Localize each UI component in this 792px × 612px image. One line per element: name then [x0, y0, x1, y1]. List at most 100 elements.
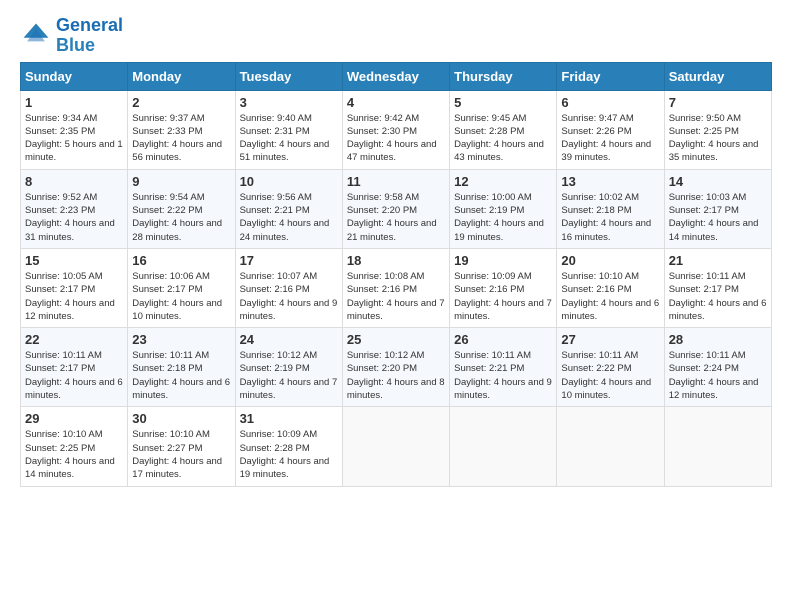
day-info: Sunrise: 9:56 AM Sunset: 2:21 PM Dayligh…: [240, 191, 338, 244]
calendar-cell: 15 Sunrise: 10:05 AM Sunset: 2:17 PM Day…: [21, 248, 128, 327]
day-number: 20: [561, 253, 659, 268]
day-number: 16: [132, 253, 230, 268]
day-number: 13: [561, 174, 659, 189]
calendar-cell: 27 Sunrise: 10:11 AM Sunset: 2:22 PM Day…: [557, 328, 664, 407]
day-number: 5: [454, 95, 552, 110]
day-info: Sunrise: 10:07 AM Sunset: 2:16 PM Daylig…: [240, 270, 338, 323]
calendar-week-1: 1 Sunrise: 9:34 AM Sunset: 2:35 PM Dayli…: [21, 90, 772, 169]
day-info: Sunrise: 10:11 AM Sunset: 2:24 PM Daylig…: [669, 349, 767, 402]
day-info: Sunrise: 10:08 AM Sunset: 2:16 PM Daylig…: [347, 270, 445, 323]
day-number: 2: [132, 95, 230, 110]
day-info: Sunrise: 10:05 AM Sunset: 2:17 PM Daylig…: [25, 270, 123, 323]
day-number: 4: [347, 95, 445, 110]
day-number: 27: [561, 332, 659, 347]
logo-text: General Blue: [56, 16, 123, 56]
calendar-cell: 4 Sunrise: 9:42 AM Sunset: 2:30 PM Dayli…: [342, 90, 449, 169]
calendar-cell: 28 Sunrise: 10:11 AM Sunset: 2:24 PM Day…: [664, 328, 771, 407]
calendar-cell: 25 Sunrise: 10:12 AM Sunset: 2:20 PM Day…: [342, 328, 449, 407]
day-number: 10: [240, 174, 338, 189]
day-number: 14: [669, 174, 767, 189]
calendar-cell: 31 Sunrise: 10:09 AM Sunset: 2:28 PM Day…: [235, 407, 342, 486]
logo: General Blue: [20, 16, 123, 56]
day-number: 26: [454, 332, 552, 347]
calendar-cell: 5 Sunrise: 9:45 AM Sunset: 2:28 PM Dayli…: [450, 90, 557, 169]
calendar-cell: 23 Sunrise: 10:11 AM Sunset: 2:18 PM Day…: [128, 328, 235, 407]
day-info: Sunrise: 9:54 AM Sunset: 2:22 PM Dayligh…: [132, 191, 230, 244]
day-info: Sunrise: 9:40 AM Sunset: 2:31 PM Dayligh…: [240, 112, 338, 165]
day-number: 17: [240, 253, 338, 268]
calendar-cell: 12 Sunrise: 10:00 AM Sunset: 2:19 PM Day…: [450, 169, 557, 248]
calendar-cell: [664, 407, 771, 486]
day-number: 11: [347, 174, 445, 189]
day-info: Sunrise: 10:11 AM Sunset: 2:21 PM Daylig…: [454, 349, 552, 402]
day-info: Sunrise: 10:06 AM Sunset: 2:17 PM Daylig…: [132, 270, 230, 323]
day-number: 19: [454, 253, 552, 268]
calendar-cell: 11 Sunrise: 9:58 AM Sunset: 2:20 PM Dayl…: [342, 169, 449, 248]
calendar-cell: 18 Sunrise: 10:08 AM Sunset: 2:16 PM Day…: [342, 248, 449, 327]
weekday-header-thursday: Thursday: [450, 62, 557, 90]
day-info: Sunrise: 10:10 AM Sunset: 2:25 PM Daylig…: [25, 428, 123, 481]
day-info: Sunrise: 10:09 AM Sunset: 2:28 PM Daylig…: [240, 428, 338, 481]
day-number: 3: [240, 95, 338, 110]
day-number: 8: [25, 174, 123, 189]
day-number: 28: [669, 332, 767, 347]
day-info: Sunrise: 10:03 AM Sunset: 2:17 PM Daylig…: [669, 191, 767, 244]
calendar-cell: 29 Sunrise: 10:10 AM Sunset: 2:25 PM Day…: [21, 407, 128, 486]
calendar-cell: 16 Sunrise: 10:06 AM Sunset: 2:17 PM Day…: [128, 248, 235, 327]
weekday-header-tuesday: Tuesday: [235, 62, 342, 90]
calendar-cell: 13 Sunrise: 10:02 AM Sunset: 2:18 PM Day…: [557, 169, 664, 248]
day-info: Sunrise: 9:52 AM Sunset: 2:23 PM Dayligh…: [25, 191, 123, 244]
day-info: Sunrise: 9:34 AM Sunset: 2:35 PM Dayligh…: [25, 112, 123, 165]
day-number: 9: [132, 174, 230, 189]
calendar-week-2: 8 Sunrise: 9:52 AM Sunset: 2:23 PM Dayli…: [21, 169, 772, 248]
weekday-header-friday: Friday: [557, 62, 664, 90]
day-number: 22: [25, 332, 123, 347]
day-info: Sunrise: 10:12 AM Sunset: 2:19 PM Daylig…: [240, 349, 338, 402]
day-info: Sunrise: 9:37 AM Sunset: 2:33 PM Dayligh…: [132, 112, 230, 165]
calendar-cell: 2 Sunrise: 9:37 AM Sunset: 2:33 PM Dayli…: [128, 90, 235, 169]
day-number: 30: [132, 411, 230, 426]
day-info: Sunrise: 10:12 AM Sunset: 2:20 PM Daylig…: [347, 349, 445, 402]
day-number: 21: [669, 253, 767, 268]
calendar-cell: 21 Sunrise: 10:11 AM Sunset: 2:17 PM Day…: [664, 248, 771, 327]
day-info: Sunrise: 10:11 AM Sunset: 2:17 PM Daylig…: [669, 270, 767, 323]
day-info: Sunrise: 9:50 AM Sunset: 2:25 PM Dayligh…: [669, 112, 767, 165]
calendar-week-3: 15 Sunrise: 10:05 AM Sunset: 2:17 PM Day…: [21, 248, 772, 327]
calendar-cell: 19 Sunrise: 10:09 AM Sunset: 2:16 PM Day…: [450, 248, 557, 327]
day-info: Sunrise: 10:02 AM Sunset: 2:18 PM Daylig…: [561, 191, 659, 244]
calendar-cell: 10 Sunrise: 9:56 AM Sunset: 2:21 PM Dayl…: [235, 169, 342, 248]
calendar-cell: [342, 407, 449, 486]
calendar-cell: 20 Sunrise: 10:10 AM Sunset: 2:16 PM Day…: [557, 248, 664, 327]
day-number: 1: [25, 95, 123, 110]
day-number: 29: [25, 411, 123, 426]
day-info: Sunrise: 10:10 AM Sunset: 2:27 PM Daylig…: [132, 428, 230, 481]
calendar-cell: [450, 407, 557, 486]
calendar-week-5: 29 Sunrise: 10:10 AM Sunset: 2:25 PM Day…: [21, 407, 772, 486]
calendar-cell: 22 Sunrise: 10:11 AM Sunset: 2:17 PM Day…: [21, 328, 128, 407]
weekday-header-monday: Monday: [128, 62, 235, 90]
day-info: Sunrise: 10:09 AM Sunset: 2:16 PM Daylig…: [454, 270, 552, 323]
calendar-cell: 9 Sunrise: 9:54 AM Sunset: 2:22 PM Dayli…: [128, 169, 235, 248]
day-number: 25: [347, 332, 445, 347]
day-number: 23: [132, 332, 230, 347]
day-info: Sunrise: 10:11 AM Sunset: 2:22 PM Daylig…: [561, 349, 659, 402]
day-info: Sunrise: 10:11 AM Sunset: 2:18 PM Daylig…: [132, 349, 230, 402]
day-info: Sunrise: 9:42 AM Sunset: 2:30 PM Dayligh…: [347, 112, 445, 165]
day-info: Sunrise: 9:58 AM Sunset: 2:20 PM Dayligh…: [347, 191, 445, 244]
calendar-cell: 6 Sunrise: 9:47 AM Sunset: 2:26 PM Dayli…: [557, 90, 664, 169]
day-number: 15: [25, 253, 123, 268]
calendar-cell: 8 Sunrise: 9:52 AM Sunset: 2:23 PM Dayli…: [21, 169, 128, 248]
calendar-cell: 17 Sunrise: 10:07 AM Sunset: 2:16 PM Day…: [235, 248, 342, 327]
logo-icon: [20, 20, 52, 52]
calendar-cell: 14 Sunrise: 10:03 AM Sunset: 2:17 PM Day…: [664, 169, 771, 248]
day-info: Sunrise: 9:45 AM Sunset: 2:28 PM Dayligh…: [454, 112, 552, 165]
calendar-cell: 7 Sunrise: 9:50 AM Sunset: 2:25 PM Dayli…: [664, 90, 771, 169]
day-info: Sunrise: 10:10 AM Sunset: 2:16 PM Daylig…: [561, 270, 659, 323]
calendar-cell: 24 Sunrise: 10:12 AM Sunset: 2:19 PM Day…: [235, 328, 342, 407]
calendar-week-4: 22 Sunrise: 10:11 AM Sunset: 2:17 PM Day…: [21, 328, 772, 407]
day-info: Sunrise: 9:47 AM Sunset: 2:26 PM Dayligh…: [561, 112, 659, 165]
calendar-cell: [557, 407, 664, 486]
calendar-table: SundayMondayTuesdayWednesdayThursdayFrid…: [20, 62, 772, 487]
calendar-cell: 30 Sunrise: 10:10 AM Sunset: 2:27 PM Day…: [128, 407, 235, 486]
weekday-header-wednesday: Wednesday: [342, 62, 449, 90]
